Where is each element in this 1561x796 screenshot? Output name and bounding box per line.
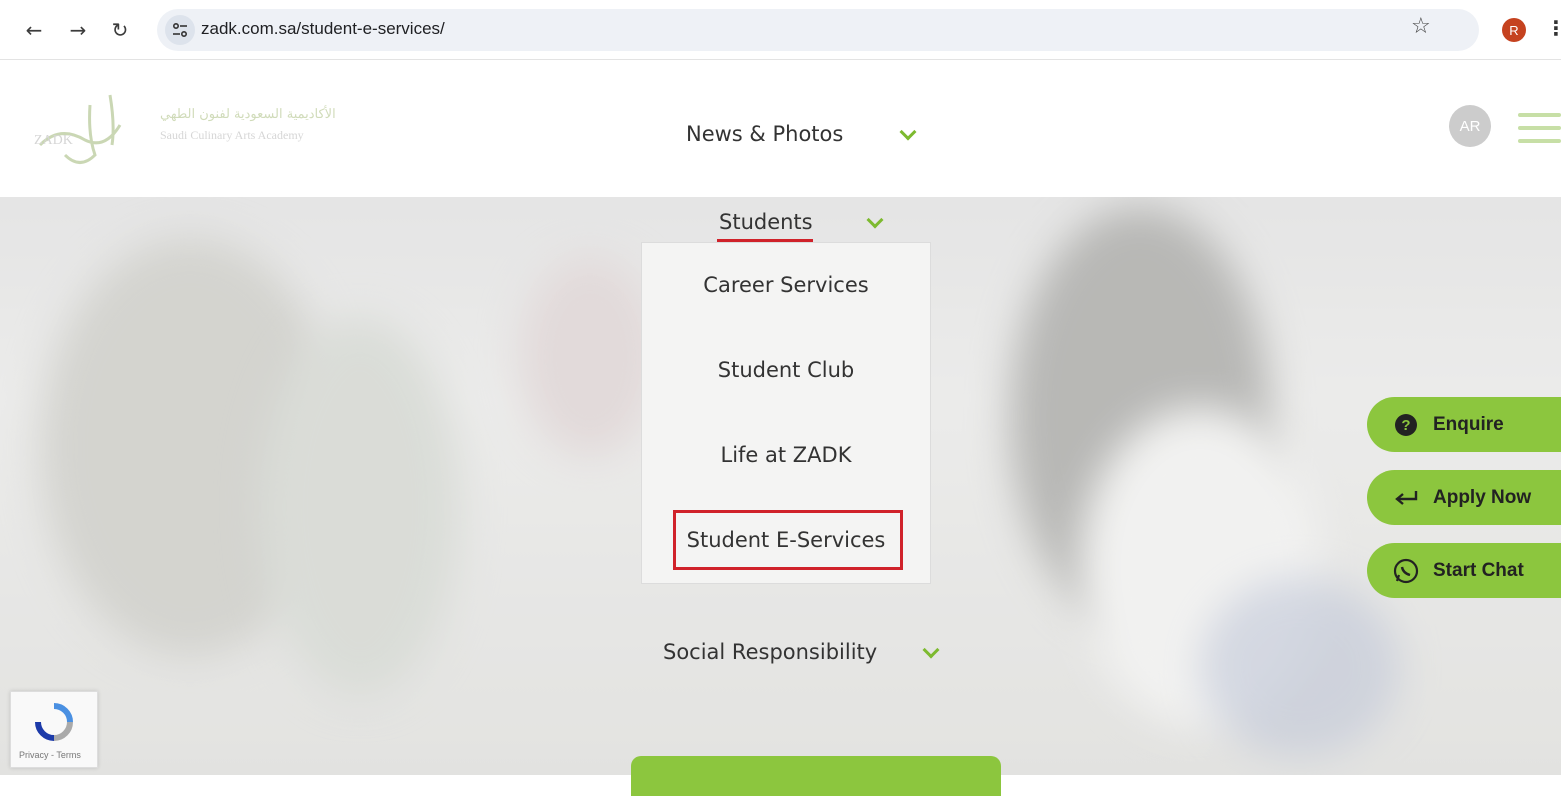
svg-text:?: ? <box>1401 417 1410 434</box>
menu-students[interactable]: Students <box>719 210 813 234</box>
zadk-logo[interactable]: ZADK الأكاديمية السعودية لفنون الطهي Sau… <box>30 85 350 175</box>
site-header: ZADK الأكاديمية السعودية لفنون الطهي Sau… <box>0 60 1561 197</box>
language-toggle-button[interactable]: AR <box>1449 105 1491 147</box>
url-text[interactable]: zadk.com.sa/student-e-services/ <box>201 19 445 39</box>
whatsapp-icon <box>1393 558 1419 584</box>
chevron-down-icon[interactable] <box>899 123 917 141</box>
dropdown-item-life-at-zadk[interactable]: Life at ZADK <box>642 443 930 467</box>
logo-short-text: ZADK <box>34 133 73 148</box>
forward-icon[interactable]: → <box>64 16 92 44</box>
menu-news-photos[interactable]: News & Photos <box>686 122 843 146</box>
menu-social-responsibility[interactable]: Social Responsibility <box>663 640 877 664</box>
logo-arabic-text: الأكاديمية السعودية لفنون الطهي <box>160 107 336 122</box>
dropdown-item-career-services[interactable]: Career Services <box>642 273 930 297</box>
apply-now-button[interactable]: Apply Now <box>1367 470 1561 525</box>
browser-toolbar: ← → ↻ zadk.com.sa/student-e-services/ ☆ … <box>0 0 1561 60</box>
recaptcha-badge[interactable]: Privacy - Terms <box>10 691 98 768</box>
back-icon[interactable]: ← <box>20 16 48 44</box>
recaptcha-icon <box>35 703 73 741</box>
return-arrow-icon <box>1393 485 1419 511</box>
enquire-label: Enquire <box>1433 413 1504 435</box>
logo-english-text: Saudi Culinary Arts Academy <box>160 128 304 142</box>
reload-icon[interactable]: ↻ <box>106 16 134 44</box>
site-settings-icon[interactable] <box>165 15 195 45</box>
enquire-button[interactable]: ? Enquire <box>1367 397 1561 452</box>
browser-menu-icon[interactable]: ⋮ <box>1546 16 1561 40</box>
start-chat-label: Start Chat <box>1433 559 1524 581</box>
dropdown-item-student-club[interactable]: Student Club <box>642 358 930 382</box>
highlight-annotation-box <box>673 510 903 570</box>
bookmark-star-icon[interactable]: ☆ <box>1411 14 1431 39</box>
hamburger-menu-icon[interactable] <box>1518 113 1561 152</box>
recaptcha-footer-text[interactable]: Privacy - Terms <box>19 750 81 760</box>
question-icon: ? <box>1393 412 1419 438</box>
start-chat-button[interactable]: Start Chat <box>1367 543 1561 598</box>
hero-cta-button[interactable] <box>631 756 1001 796</box>
address-bar[interactable]: zadk.com.sa/student-e-services/ <box>157 9 1479 51</box>
apply-now-label: Apply Now <box>1433 486 1532 508</box>
profile-avatar[interactable]: R <box>1502 18 1526 42</box>
